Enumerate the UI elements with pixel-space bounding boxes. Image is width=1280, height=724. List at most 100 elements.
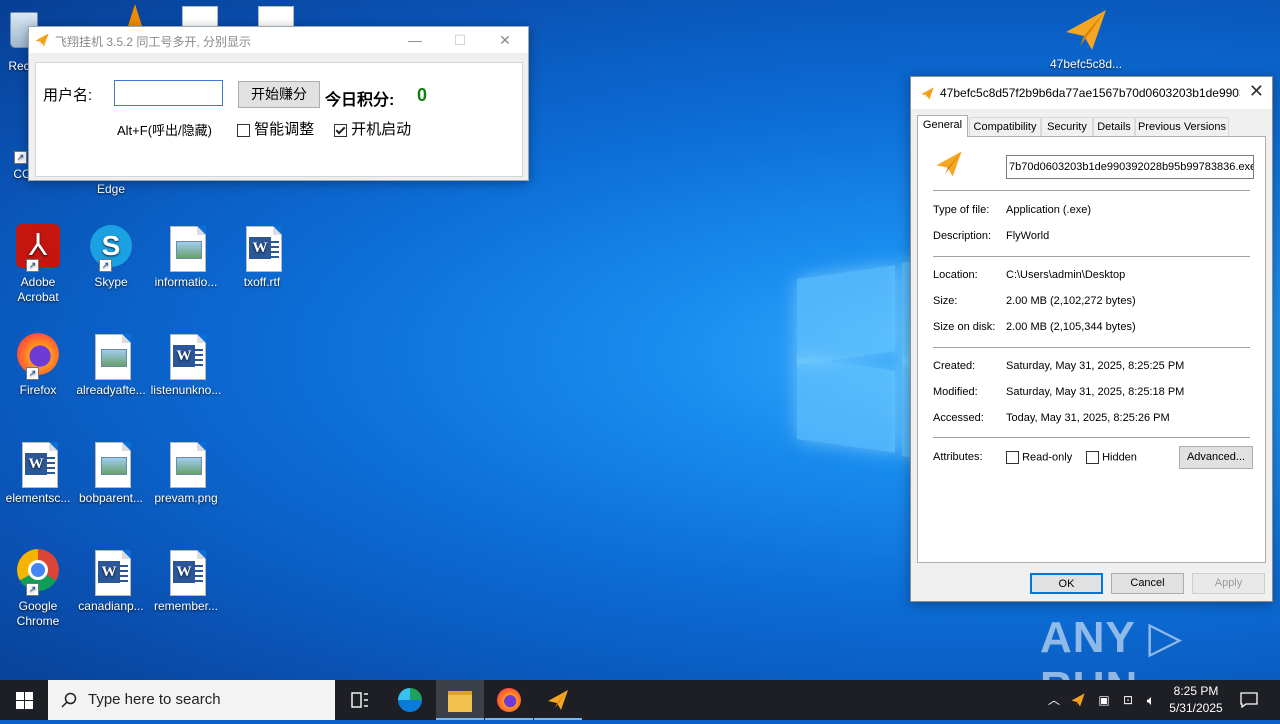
shortcut-arrow-icon: ↗ — [99, 259, 112, 272]
firefox-icon — [497, 688, 521, 712]
paper-plane-icon — [35, 33, 49, 47]
minimize-button[interactable]: — — [399, 30, 431, 50]
desktop-icon-information[interactable]: informatio... — [148, 224, 224, 290]
desktop-icon-acrobat[interactable]: ⅄ ↗ Adobe Acrobat — [0, 224, 76, 305]
paper-plane-icon — [548, 690, 568, 710]
tab-details[interactable]: Details — [1093, 117, 1135, 136]
desktop-icon-skype[interactable]: S ↗ Skype — [73, 224, 149, 290]
paper-plane-icon — [936, 151, 962, 177]
maximize-button[interactable]: ☐ — [444, 30, 476, 50]
tray-device[interactable]: ▣ — [1094, 680, 1114, 720]
taskbar: Type here to search ︿ ▣ ⊡ 🔈︎ 8:25 PM 5/3… — [0, 680, 1280, 720]
taskbar-file-explorer[interactable] — [436, 680, 484, 720]
windows-logo-icon — [16, 692, 33, 709]
general-tab-page: 7b70d0603203b1de990392028b95b99783836.ex… — [917, 136, 1266, 563]
show-hidden-icons-button[interactable]: ︿ — [1044, 680, 1064, 720]
word-document-icon — [174, 4, 222, 30]
hidden-checkbox[interactable]: Hidden — [1086, 451, 1137, 464]
windows-logo-pane — [797, 357, 895, 453]
speaker-icon: 🔈︎ — [1146, 692, 1156, 708]
word-document-icon: W — [238, 224, 286, 272]
image-file-icon — [87, 440, 135, 488]
tray-volume[interactable]: 🔈︎ — [1141, 680, 1161, 720]
username-input[interactable] — [114, 80, 223, 106]
desktop-icon-chrome[interactable]: ↗ Google Chrome — [0, 548, 76, 629]
folder-icon — [448, 691, 472, 712]
type-value: Application (.exe) — [1006, 204, 1091, 216]
desktop-icon-prevam[interactable]: prevam.png — [148, 440, 224, 506]
tab-compatibility[interactable]: Compatibility — [969, 117, 1041, 136]
shortcut-arrow-icon: ↗ — [26, 259, 39, 272]
desktop-icon-edge[interactable]: Edge — [73, 182, 149, 197]
feixiang-titlebar[interactable]: 飞翔挂机 3.5.2 同工号多开, 分别显示 — ☐ ✕ — [29, 27, 528, 53]
tray-clock[interactable]: 8:25 PM 5/31/2025 — [1166, 680, 1226, 724]
paper-plane-icon — [921, 87, 934, 100]
window-title: 飞翔挂机 3.5.2 同工号多开, 分别显示 — [55, 35, 252, 49]
desktop-icon-canadianp[interactable]: W canadianp... — [73, 548, 149, 614]
checkbox-unchecked[interactable] — [237, 123, 250, 137]
clock-time: 8:25 PM — [1173, 684, 1219, 698]
created-value: Saturday, May 31, 2025, 8:25:25 PM — [1006, 360, 1185, 372]
hotkey-text: Alt+F(呼出/隐藏) — [117, 123, 212, 138]
windows-logo-pane — [797, 265, 895, 365]
desktop-icon-alreadyafter[interactable]: alreadyafte... — [73, 332, 149, 398]
tray-network[interactable]: ⊡ — [1118, 680, 1138, 720]
tray-feixiang[interactable] — [1068, 680, 1088, 720]
desktop-icon-label: remember... — [153, 599, 219, 613]
feixiang-window: 飞翔挂机 3.5.2 同工号多开, 分别显示 — ☐ ✕ 用户名: 开始赚分 今… — [28, 26, 529, 181]
desktop-icon-label: informatio... — [154, 275, 218, 289]
smart-adjust-checkbox[interactable]: 智能调整 — [237, 118, 314, 139]
taskbar-feixiang[interactable] — [534, 680, 582, 720]
apply-button[interactable]: Apply — [1192, 573, 1265, 594]
attributes-label: Attributes: — [933, 451, 983, 463]
desktop-icon-listenunknown[interactable]: W listenunkno... — [148, 332, 224, 398]
desktop-icon-label: listenunkno... — [150, 383, 222, 397]
filename-field[interactable]: 7b70d0603203b1de990392028b95b99783836.ex… — [1006, 155, 1254, 179]
advanced-button[interactable]: Advanced... — [1179, 446, 1253, 469]
modified-value: Saturday, May 31, 2025, 8:25:18 PM — [1006, 386, 1185, 398]
autostart-checkbox[interactable]: 开机启动 — [334, 118, 411, 139]
desktop-icon-remember[interactable]: W remember... — [148, 548, 224, 614]
taskbar-edge[interactable] — [386, 680, 434, 720]
desktop-icon-firefox[interactable]: ↗ Firefox — [0, 332, 76, 398]
start-earning-button[interactable]: 开始赚分 — [238, 81, 320, 108]
created-label: Created: — [933, 360, 976, 372]
checkbox-unchecked[interactable] — [1006, 451, 1019, 464]
username-label: 用户名: — [43, 87, 93, 104]
divider — [933, 190, 1250, 191]
task-view-button[interactable] — [336, 680, 384, 720]
search-icon — [61, 692, 77, 708]
ok-button[interactable]: OK — [1030, 573, 1103, 594]
checkbox-checked[interactable] — [334, 123, 347, 137]
desktop-icon-label: Firefox — [19, 383, 57, 397]
checkbox-unchecked[interactable] — [1086, 451, 1099, 464]
taskbar-firefox[interactable] — [485, 680, 533, 720]
accessed-value: Today, May 31, 2025, 8:25:26 PM — [1006, 412, 1170, 424]
tab-general[interactable]: General — [917, 115, 968, 137]
size-on-disk-label: Size on disk: — [933, 321, 996, 333]
readonly-checkbox[interactable]: Read-only — [1006, 451, 1072, 464]
image-file-icon — [87, 332, 135, 380]
cancel-button[interactable]: Cancel — [1111, 573, 1184, 594]
tab-security[interactable]: Security — [1041, 117, 1093, 136]
traffic-cone-icon — [112, 4, 160, 28]
close-icon[interactable]: ✕ — [1249, 81, 1264, 102]
tab-previous-versions[interactable]: Previous Versions — [1135, 117, 1229, 136]
properties-titlebar[interactable]: 47befc5c8d57f2b9b6da77ae1567b70d0603203b… — [911, 77, 1272, 109]
desktop-icon-sample-exe[interactable]: 47befc5c8d... — [1046, 6, 1126, 72]
description-value: FlyWorld — [1006, 230, 1050, 242]
desktop-icon-elementsc[interactable]: W elementsc... — [0, 440, 76, 506]
desktop-icon-bobparent[interactable]: bobparent... — [73, 440, 149, 506]
action-center-button[interactable] — [1234, 680, 1264, 720]
size-on-disk-value: 2.00 MB (2,105,344 bytes) — [1006, 321, 1136, 333]
taskbar-search-box[interactable]: Type here to search — [48, 680, 335, 720]
start-button[interactable] — [0, 680, 48, 720]
paper-plane-icon — [1071, 693, 1085, 707]
desktop-icon-txoff[interactable]: W txoff.rtf — [224, 224, 300, 290]
size-label: Size: — [933, 295, 958, 307]
close-button[interactable]: ✕ — [489, 30, 521, 50]
desktop-icon-label: 47befc5c8d... — [1049, 57, 1123, 71]
word-document-icon: W — [162, 332, 210, 380]
word-document-icon: W — [14, 440, 62, 488]
desktop-icon-label: Skype — [94, 275, 128, 289]
